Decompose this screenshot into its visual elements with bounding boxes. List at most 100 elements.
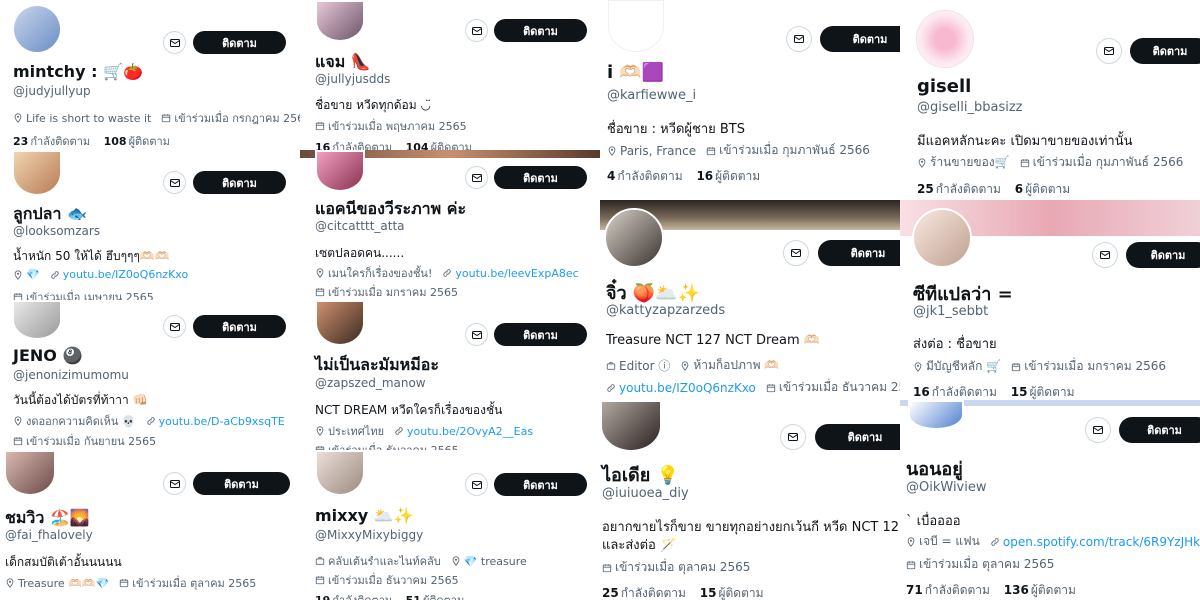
message-button[interactable] (780, 424, 806, 450)
message-button[interactable] (465, 323, 488, 346)
follow-button[interactable]: ติดตาม (815, 424, 900, 450)
joined-date: เข้าร่วมเมื่อ ตุลาคม 2565 (132, 577, 257, 590)
location-icon (14, 113, 22, 123)
follow-button[interactable]: ติดตาม (1119, 417, 1200, 443)
follow-button[interactable]: ติดตาม (818, 240, 900, 266)
message-button[interactable] (783, 240, 809, 266)
mail-icon (1104, 47, 1114, 55)
following-count[interactable]: 23 กำลังติดตาม (13, 135, 90, 148)
follow-button[interactable]: ติดตาม (1130, 38, 1200, 64)
followers-count[interactable]: 108 ผู้ติดตาม (104, 135, 170, 148)
avatar[interactable] (315, 300, 365, 346)
calendar-icon (315, 288, 325, 297)
follow-button[interactable]: ติดตาม (820, 26, 900, 52)
profile-link[interactable]: youtu.be/2OvyA2__Eas (407, 425, 533, 438)
follow-button[interactable]: ติดตาม (1126, 242, 1200, 268)
location-text: ร้านขายของ🛒 (930, 155, 1010, 169)
joined-date: เข้าร่วมเมื่อ พฤษภาคม 2565 (328, 120, 467, 133)
message-button[interactable] (1085, 417, 1111, 443)
profile-link[interactable]: youtu.be/IZ0oQ6nzKxo (63, 268, 188, 281)
mail-icon (791, 249, 801, 257)
mail-icon (1093, 426, 1103, 434)
mail-icon (471, 480, 482, 489)
avatar[interactable] (604, 208, 664, 268)
joined-date: เข้าร่วมเมื่อ ตุลาคม 2565 (615, 560, 751, 574)
username: @judyjullyup (13, 84, 91, 98)
location-text: ห้ามก็อปภาพ 🫶🏻 (693, 358, 780, 372)
message-button[interactable] (163, 472, 186, 495)
followers-count[interactable]: 6 ผู้ติดตาม (1015, 182, 1070, 196)
message-button[interactable] (163, 315, 186, 338)
location-icon (918, 157, 926, 168)
message-button[interactable] (786, 26, 812, 52)
mail-icon (471, 26, 482, 35)
display-name: mixxy 🌥️✨ (315, 506, 414, 525)
follow-button[interactable]: ติดตาม (193, 171, 286, 194)
calendar-icon (315, 122, 325, 131)
message-button[interactable] (1096, 38, 1122, 64)
followers-count[interactable]: 104 ผู้ติดตาม (406, 141, 472, 150)
username: @iuiuoea_diy (602, 486, 689, 501)
calendar-icon (1012, 362, 1021, 371)
following-count[interactable]: 71 กำลังติดตาม (906, 583, 990, 597)
followers-count[interactable]: 136 ผู้ติดตาม (1004, 583, 1076, 597)
following-count[interactable]: 16 กำลังติดตาม (315, 141, 392, 150)
follow-button[interactable]: ติดตาม (193, 315, 286, 338)
message-button[interactable] (465, 473, 488, 496)
message-button[interactable] (465, 19, 488, 42)
message-button[interactable] (1092, 242, 1118, 268)
followers-count[interactable]: 15 ผู้ติดตาม (700, 586, 764, 600)
followers-count[interactable]: 51ผู้ติดตาม (406, 594, 465, 600)
profile-link[interactable]: open.spotify.com/track/6R9YzJHk.. (1003, 535, 1200, 549)
avatar[interactable] (12, 150, 62, 196)
avatar[interactable] (600, 400, 662, 452)
profile-link[interactable]: youtu.be/IZ0oQ6nzKxo (619, 381, 756, 395)
message-button[interactable] (163, 171, 186, 194)
avatar[interactable] (912, 208, 972, 268)
follow-stats: 16 กำลังติดตาม 104 ผู้ติดตาม (315, 138, 472, 150)
following-count[interactable]: 19กำลังติดตาม (315, 594, 392, 600)
avatar[interactable] (908, 400, 964, 430)
following-count[interactable]: 25 กำลังติดตาม (602, 586, 686, 600)
avatar[interactable] (12, 300, 62, 340)
display-name: นอนอยู่ (906, 459, 963, 480)
location-text: มีบัญชีหลัก 🛒 (926, 359, 1002, 373)
avatar[interactable] (315, 450, 365, 496)
link-row: youtu.be/IZ0oQ6nzKxo เข้าร่วมเมื่อ ธันวา… (606, 378, 900, 397)
message-button[interactable] (465, 166, 488, 189)
username: @jk1_sebbt (913, 304, 989, 319)
profile-link[interactable]: youtu.be/leevExpA8ec (455, 267, 578, 280)
bio: เซตปลอดคน...... (315, 246, 405, 260)
joined-row: เข้าร่วมเมื่อ กันยายน 2565 (13, 432, 156, 450)
avatar[interactable] (12, 4, 62, 54)
follow-button[interactable]: ติดตาม (193, 472, 290, 495)
follow-button[interactable]: ติดตาม (494, 473, 587, 496)
avatar[interactable] (4, 450, 56, 496)
following-count[interactable]: 16 กำลังติดตาม (913, 385, 997, 399)
message-button[interactable] (163, 31, 186, 54)
joined-date: เข้าร่วมเมื่อ มกราคม 2565 (328, 286, 459, 299)
profile-link[interactable]: youtu.be/D-aCb9xsqTE (159, 415, 285, 428)
avatar[interactable] (608, 0, 664, 52)
avatar[interactable] (315, 150, 365, 192)
follow-button[interactable]: ติดตาม (193, 31, 286, 54)
follow-button[interactable]: ติดตาม (494, 19, 587, 42)
following-count[interactable]: 4 กำลังติดตาม (607, 169, 683, 183)
follow-stats: 71 กำลังติดตาม 136 ผู้ติดตาม (906, 581, 1076, 600)
avatar[interactable] (315, 0, 365, 42)
follow-button[interactable]: ติดตาม (494, 323, 587, 346)
profile-card-citcat: ติดตาม แอคนีของวีระภาพ ค่ะ @citcatttt_at… (300, 150, 600, 300)
username: @jenonizimumomu (13, 368, 129, 382)
followers-count[interactable]: 15 ผู้ติดตาม (1011, 385, 1075, 399)
avatar[interactable] (916, 10, 974, 68)
category-text: Editor ⓘ (619, 359, 671, 373)
following-count[interactable]: 25 กำลังติดตาม (917, 182, 1001, 196)
follow-button[interactable]: ติดตาม (494, 166, 587, 189)
bio: ชื่อขาย : หวีดผู้ชาย BTS (607, 122, 745, 137)
followers-count[interactable]: 16 ผู้ติดตาม (696, 169, 760, 183)
profile-meta: Editor ⓘ ห้ามก็อปภาพ 🫶🏻 (606, 356, 779, 375)
bio: ส่งต่อ : ชื่อขาย (913, 337, 997, 352)
location-text: Paris, France (620, 143, 697, 158)
username: @jullyjusdds (315, 72, 391, 86)
joined-row: เข้าร่วมเมื่อ ตุลาคม 2565 (906, 555, 1054, 574)
